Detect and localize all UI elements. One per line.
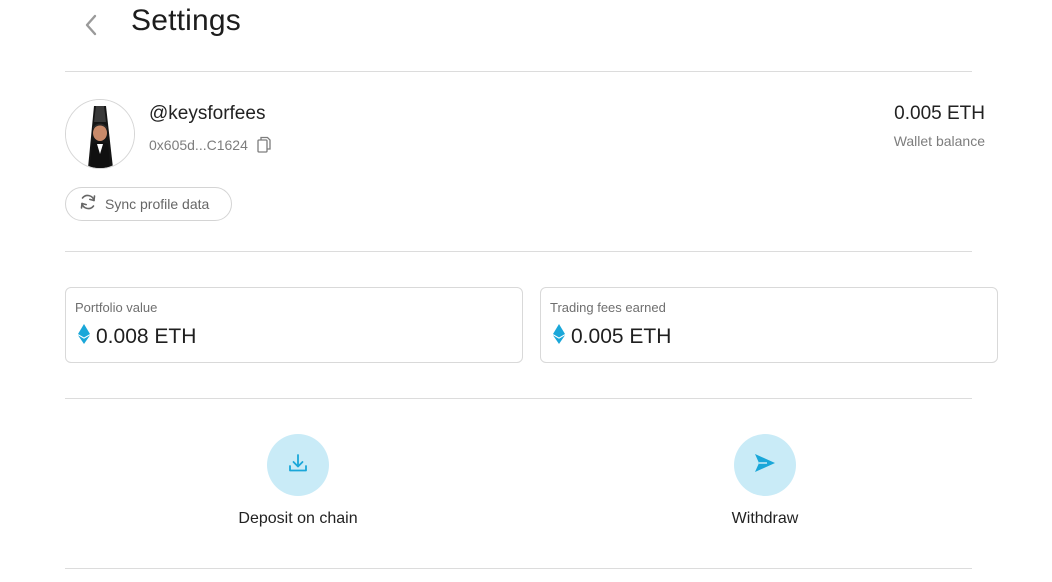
username: @keysforfees xyxy=(149,103,266,124)
page-title: Settings xyxy=(131,4,241,37)
portfolio-value: 0.008 ETH xyxy=(96,324,197,348)
wallet-address: 0x605d...C1624 xyxy=(149,136,248,153)
wallet-balance-label: Wallet balance xyxy=(893,133,985,149)
portfolio-value-row: 0.008 ETH xyxy=(78,324,196,349)
deposit-circle[interactable] xyxy=(267,434,329,496)
wallet-address-row: 0x605d...C1624 xyxy=(149,136,271,153)
portfolio-value-label: Portfolio value xyxy=(75,300,158,315)
withdraw-label: Withdraw xyxy=(731,510,799,527)
download-icon xyxy=(287,452,309,479)
trading-fees-label: Trading fees earned xyxy=(550,300,666,315)
deposit-label: Deposit on chain xyxy=(238,510,358,527)
eth-icon xyxy=(78,324,90,349)
withdraw-circle[interactable] xyxy=(734,434,796,496)
avatar xyxy=(65,99,135,169)
avatar-image xyxy=(66,100,134,168)
sync-profile-label: Sync profile data xyxy=(105,196,210,212)
send-icon xyxy=(753,452,777,479)
trading-fees-value: 0.005 ETH xyxy=(571,324,672,348)
eth-icon xyxy=(553,324,565,349)
portfolio-value-card: Portfolio value 0.008 ETH xyxy=(65,287,523,363)
back-button[interactable] xyxy=(76,12,106,42)
withdraw-button[interactable]: Withdraw xyxy=(665,434,865,528)
divider xyxy=(65,251,972,252)
header: Settings xyxy=(0,0,1052,50)
sync-profile-button[interactable]: Sync profile data xyxy=(65,187,232,221)
chevron-left-icon xyxy=(84,14,98,41)
settings-page: Settings @keysforfees 0x605d...C1624 0.0… xyxy=(0,0,1052,582)
divider xyxy=(65,568,972,569)
wallet-balance-value: 0.005 ETH xyxy=(894,103,985,124)
trading-fees-card: Trading fees earned 0.005 ETH xyxy=(540,287,998,363)
trading-fees-row: 0.005 ETH xyxy=(553,324,671,349)
copy-icon[interactable] xyxy=(257,136,271,153)
divider xyxy=(65,398,972,399)
divider xyxy=(65,71,972,72)
wallet-balance: 0.005 ETH Wallet balance xyxy=(894,103,985,149)
refresh-icon xyxy=(79,193,97,216)
deposit-on-chain-button[interactable]: Deposit on chain xyxy=(198,434,398,528)
